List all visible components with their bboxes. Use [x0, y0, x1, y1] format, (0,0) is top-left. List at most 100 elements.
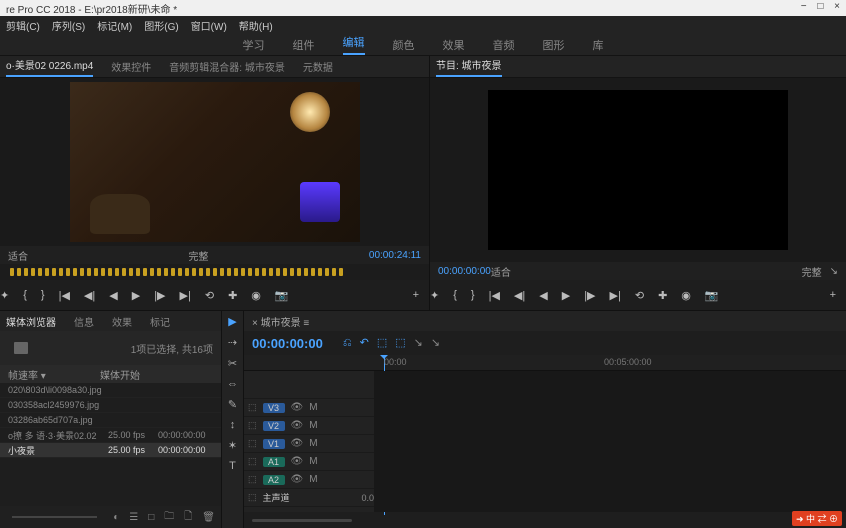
add-button[interactable]: + — [830, 289, 836, 301]
tool-button[interactable]: T — [229, 460, 236, 472]
eye-icon[interactable]: 👁 — [291, 456, 304, 467]
tool-button[interactable]: ⇔ — [227, 378, 238, 390]
marker[interactable] — [290, 268, 294, 276]
maximize-button[interactable]: □ — [817, 1, 823, 12]
marker[interactable] — [255, 268, 259, 276]
track-label[interactable]: V1 — [263, 439, 285, 449]
timeline-ruler[interactable]: 00:0000:05:00:00 — [244, 355, 846, 371]
workspace-tab[interactable]: 编辑 — [343, 34, 365, 55]
tool-button[interactable]: ⇢ — [228, 336, 237, 349]
track-header[interactable]: ⬚V2👁M — [244, 417, 374, 435]
transport-button[interactable]: ⟲ — [635, 289, 644, 302]
mute-icon[interactable]: M — [309, 402, 317, 413]
zoom-slider[interactable] — [252, 519, 352, 522]
lock-icon[interactable]: ⬚ — [248, 438, 257, 449]
eye-icon[interactable]: 👁 — [291, 402, 304, 413]
transport-button[interactable]: ▶ — [132, 289, 140, 302]
eye-icon[interactable]: 👁 — [291, 420, 304, 431]
menu-item[interactable]: 图形(G) — [144, 18, 178, 33]
marker[interactable] — [325, 268, 329, 276]
transport-button[interactable]: ◉ — [251, 289, 261, 302]
transport-button[interactable]: ◉ — [681, 289, 691, 302]
marker[interactable] — [227, 268, 231, 276]
transport-button[interactable]: ✦ — [0, 289, 9, 302]
timeline-tab[interactable]: × 城市夜景 ≡ — [252, 314, 309, 329]
marker[interactable] — [213, 268, 217, 276]
tool-button[interactable]: ✎ — [228, 398, 237, 411]
marker[interactable] — [192, 268, 196, 276]
marker[interactable] — [206, 268, 210, 276]
marker[interactable] — [129, 268, 133, 276]
eye-icon[interactable]: 👁 — [291, 474, 304, 485]
marker[interactable] — [24, 268, 28, 276]
marker[interactable] — [38, 268, 42, 276]
transport-button[interactable]: ◀| — [84, 289, 95, 302]
marker[interactable] — [101, 268, 105, 276]
menu-item[interactable]: 剪辑(C) — [6, 18, 40, 33]
workspace-tab[interactable]: 音频 — [493, 37, 515, 53]
menu-item[interactable]: 序列(S) — [52, 18, 85, 33]
source-panel-tab[interactable]: o·美景02 0226.mp4 — [6, 57, 93, 77]
track-label[interactable]: A1 — [263, 457, 285, 467]
marker[interactable] — [339, 268, 343, 276]
project-item[interactable]: 020\803d\li0098a30.jpg — [0, 383, 221, 398]
source-fit-selector[interactable]: 适合 — [8, 248, 28, 263]
marker[interactable] — [31, 268, 35, 276]
workspace-tab[interactable]: 学习 — [243, 37, 265, 53]
marker[interactable] — [59, 268, 63, 276]
source-panel-tab[interactable]: 音频剪辑混合器: 城市夜景 — [169, 59, 285, 74]
timeline-tool-icon[interactable]: ↶ — [360, 337, 369, 349]
mute-icon[interactable]: M — [309, 474, 317, 485]
project-tab[interactable]: 信息 — [74, 314, 94, 329]
thumbnail-slider[interactable] — [12, 516, 97, 518]
project-action-icon[interactable]: 🗀 — [164, 509, 174, 526]
marker[interactable] — [157, 268, 161, 276]
project-tab[interactable]: 标记 — [150, 314, 170, 329]
mute-icon[interactable]: M — [309, 438, 317, 449]
project-item[interactable]: o撩 多 语·3·美景02.0225.00 fps00:00:00:00 — [0, 428, 221, 443]
transport-button[interactable]: |▶ — [584, 289, 595, 302]
marker[interactable] — [283, 268, 287, 276]
mute-icon[interactable]: M — [309, 420, 317, 431]
marker[interactable] — [276, 268, 280, 276]
transport-button[interactable]: } — [471, 289, 475, 301]
menu-item[interactable]: 帮助(H) — [239, 18, 273, 33]
workspace-tab[interactable]: 库 — [593, 37, 604, 53]
marker[interactable] — [199, 268, 203, 276]
marker[interactable] — [234, 268, 238, 276]
project-item[interactable]: 03286ab65d707a.jpg — [0, 413, 221, 428]
program-fit-selector[interactable]: 适合 — [491, 264, 511, 279]
project-tab[interactable]: 媒体浏览器 — [6, 314, 56, 329]
track-label[interactable]: V3 — [263, 403, 285, 413]
project-item[interactable]: 小夜景25.00 fps00:00:00:00 — [0, 443, 221, 458]
program-viewer[interactable] — [430, 78, 846, 262]
tool-button[interactable]: ✶ — [228, 439, 237, 452]
add-button[interactable]: + — [413, 289, 419, 301]
transport-button[interactable]: ▶| — [180, 289, 191, 302]
marker[interactable] — [164, 268, 168, 276]
marker[interactable] — [262, 268, 266, 276]
bin-icon[interactable] — [14, 342, 28, 354]
marker[interactable] — [311, 268, 315, 276]
transport-button[interactable]: 📷 — [705, 289, 719, 302]
track-label[interactable]: V2 — [263, 421, 285, 431]
source-timecode[interactable]: 00:00:24:11 — [369, 250, 421, 261]
workspace-tab[interactable]: 效果 — [443, 37, 465, 53]
program-full-label[interactable]: 完整 — [802, 264, 822, 279]
transport-button[interactable]: ◀ — [109, 289, 117, 302]
mute-icon[interactable]: M — [309, 456, 317, 467]
transport-button[interactable]: ◀| — [514, 289, 525, 302]
transport-button[interactable]: ▶ — [562, 289, 570, 302]
eye-icon[interactable]: 👁 — [291, 438, 304, 449]
tool-button[interactable]: ▶ — [228, 315, 236, 328]
track-header[interactable]: ⬚ V1 👁 M — [244, 435, 374, 453]
marker[interactable] — [94, 268, 98, 276]
marker[interactable] — [17, 268, 21, 276]
lock-icon[interactable]: ⬚ — [248, 456, 257, 467]
marker[interactable] — [136, 268, 140, 276]
minimize-button[interactable]: − — [801, 1, 807, 12]
transport-button[interactable]: ▶| — [610, 289, 621, 302]
project-item[interactable]: 030358acl2459976.jpg — [0, 398, 221, 413]
timeline-tool-icon[interactable]: ↘ — [414, 337, 423, 349]
menu-item[interactable]: 标记(M) — [97, 18, 132, 33]
